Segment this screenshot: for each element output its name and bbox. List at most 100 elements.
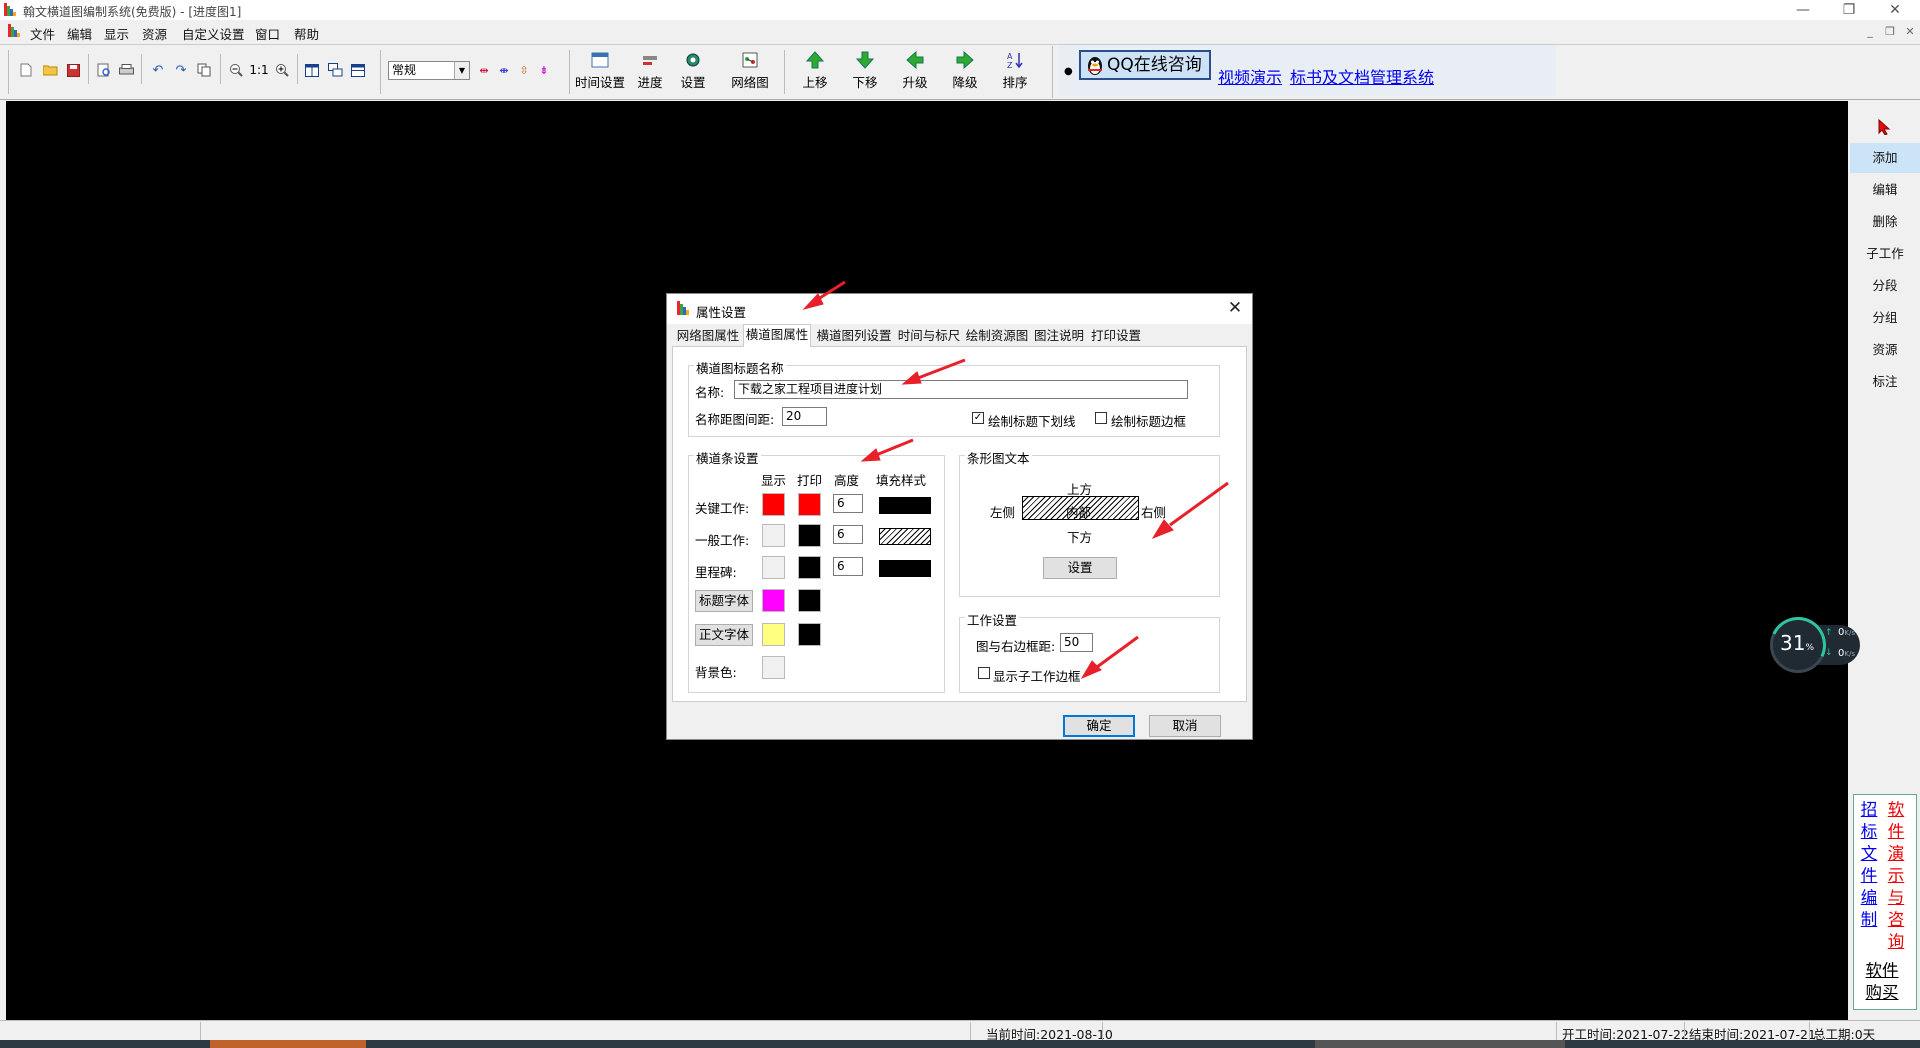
link-char: 编 xyxy=(1860,888,1878,907)
gap-input[interactable]: 20 xyxy=(782,407,827,426)
copy-icon[interactable] xyxy=(196,62,212,78)
video-demo-link[interactable]: 视频演示 xyxy=(1218,64,1282,88)
ok-button[interactable]: 确定 xyxy=(1063,715,1135,737)
layout-rows-icon[interactable] xyxy=(350,62,366,78)
time-settings-button[interactable]: 时间设置 xyxy=(573,50,627,94)
open-folder-icon[interactable] xyxy=(42,62,58,78)
body-font-show-color[interactable] xyxy=(762,623,785,646)
title-name-input[interactable]: 下载之家工程项目进度计划 xyxy=(734,380,1188,399)
tab-gantt-columns[interactable]: 横道图列设置 xyxy=(814,326,894,346)
title-font-button[interactable]: 标题字体 xyxy=(695,590,753,612)
critical-print-color[interactable] xyxy=(798,493,821,516)
menu-view[interactable]: 显示 xyxy=(104,24,129,43)
undo-icon[interactable]: ↶ xyxy=(150,62,166,78)
cascade-windows-icon[interactable] xyxy=(327,62,343,78)
tab-network-props[interactable]: 网络图属性 xyxy=(675,326,741,346)
layout-columns-icon[interactable] xyxy=(304,62,320,78)
redo-icon[interactable]: ↷ xyxy=(173,62,189,78)
critical-show-color[interactable] xyxy=(762,493,785,516)
mdi-minimize-button[interactable]: _ xyxy=(1862,25,1878,38)
tab-resource-chart[interactable]: 绘制资源图 xyxy=(964,326,1030,346)
tab-gantt-props[interactable]: 横道图属性 xyxy=(743,324,811,347)
link-char: 制 xyxy=(1860,910,1878,929)
normal-print-color[interactable] xyxy=(798,524,821,547)
add-button[interactable]: 添加 xyxy=(1850,143,1920,173)
restore-button[interactable]: ❐ xyxy=(1826,0,1872,20)
dialog-close-button[interactable]: ✕ xyxy=(1224,297,1246,319)
new-file-icon[interactable] xyxy=(18,62,34,78)
subtask-button[interactable]: 子工作 xyxy=(1850,239,1920,269)
shrink-horizontal-icon[interactable]: ⇼ xyxy=(496,62,512,78)
close-window-button[interactable]: ✕ xyxy=(1872,0,1918,20)
critical-fill-style[interactable] xyxy=(879,497,931,514)
text-bottom-label[interactable]: 下方 xyxy=(1067,527,1092,546)
menu-edit[interactable]: 编辑 xyxy=(67,24,92,43)
text-settings-button[interactable]: 设置 xyxy=(1043,557,1117,579)
zoom-in-icon[interactable] xyxy=(274,62,290,78)
title-font-show-color[interactable] xyxy=(762,589,785,612)
text-left-label[interactable]: 左侧 xyxy=(990,502,1015,521)
print-preview-icon[interactable] xyxy=(96,62,112,78)
demo-consult-link[interactable]: 软 件 演 示 与 咨 询 xyxy=(1886,799,1906,953)
save-icon[interactable] xyxy=(65,62,81,78)
promote-button[interactable]: 升级 xyxy=(897,50,933,94)
group-button[interactable]: 分组 xyxy=(1850,303,1920,333)
menu-help[interactable]: 帮助 xyxy=(294,24,319,43)
move-up-button[interactable]: 上移 xyxy=(797,50,833,94)
body-font-print-color[interactable] xyxy=(798,623,821,646)
resource-button[interactable]: 资源 xyxy=(1850,335,1920,365)
tab-print-settings[interactable]: 打印设置 xyxy=(1088,326,1144,346)
subtask-border-checkbox[interactable] xyxy=(978,667,990,679)
buy-software-link[interactable]: 软件 购买 xyxy=(1862,960,1902,1004)
calendar-icon xyxy=(591,52,609,68)
normal-height-input[interactable]: 6 xyxy=(833,525,863,544)
doc-system-link[interactable]: 标书及文档管理系统 xyxy=(1290,64,1434,88)
demote-button[interactable]: 降级 xyxy=(947,50,983,94)
actual-size-icon[interactable]: 1:1 xyxy=(249,62,269,78)
normal-fill-style[interactable] xyxy=(879,528,931,545)
cancel-button[interactable]: 取消 xyxy=(1149,715,1221,737)
text-right-label[interactable]: 右侧 xyxy=(1141,502,1166,521)
annotate-button[interactable]: 标注 xyxy=(1850,367,1920,397)
menu-window[interactable]: 窗口 xyxy=(255,24,280,43)
network-diagram-button[interactable]: 网络图 xyxy=(728,50,772,94)
settings-button[interactable]: 设置 xyxy=(675,50,711,94)
mdi-close-button[interactable]: ✕ xyxy=(1902,25,1918,38)
link-char: 演 xyxy=(1887,844,1905,863)
right-margin-input[interactable]: 50 xyxy=(1060,633,1093,652)
menu-file[interactable]: 文件 xyxy=(30,24,55,43)
milestone-fill-style[interactable] xyxy=(879,560,931,577)
title-font-print-color[interactable] xyxy=(798,589,821,612)
milestone-height-input[interactable]: 6 xyxy=(833,557,863,576)
shrink-vertical-icon[interactable]: ⇟ xyxy=(536,62,552,78)
expand-horizontal-icon[interactable]: ⇹ xyxy=(476,62,492,78)
text-inside-label[interactable]: 内部 xyxy=(1066,502,1091,521)
tab-time-ruler[interactable]: 时间与标尺 xyxy=(896,326,962,346)
progress-button[interactable]: 进度 xyxy=(632,50,668,94)
edit-button[interactable]: 编辑 xyxy=(1850,175,1920,205)
delete-button[interactable]: 删除 xyxy=(1850,207,1920,237)
print-icon[interactable] xyxy=(118,62,134,78)
expand-vertical-icon[interactable]: ⇳ xyxy=(516,62,532,78)
move-down-button[interactable]: 下移 xyxy=(847,50,883,94)
normal-show-color[interactable] xyxy=(762,524,785,547)
zoom-out-icon[interactable] xyxy=(228,62,244,78)
background-color-swatch[interactable] xyxy=(762,656,785,679)
underline-checkbox[interactable]: ✓ xyxy=(972,412,984,424)
qq-consult-button[interactable]: QQ在线咨询 xyxy=(1079,50,1211,80)
minimize-button[interactable]: — xyxy=(1780,0,1826,20)
bid-doc-link[interactable]: 招 标 文 件 编 制 xyxy=(1859,799,1879,931)
menu-resource[interactable]: 资源 xyxy=(142,24,167,43)
tab-legend-notes[interactable]: 图注说明 xyxy=(1032,326,1086,346)
title-border-checkbox[interactable] xyxy=(1095,412,1107,424)
milestone-print-color[interactable] xyxy=(798,556,821,579)
zoom-select[interactable]: 常规 ▼ xyxy=(388,61,470,80)
pointer-icon[interactable] xyxy=(1877,119,1891,135)
segment-button[interactable]: 分段 xyxy=(1850,271,1920,301)
milestone-show-color[interactable] xyxy=(762,556,785,579)
body-font-button[interactable]: 正文字体 xyxy=(695,624,753,646)
menu-custom-settings[interactable]: 自定义设置 xyxy=(182,24,245,43)
sort-button[interactable]: AZ 排序 xyxy=(997,50,1033,94)
critical-height-input[interactable]: 6 xyxy=(833,494,863,513)
mdi-restore-button[interactable]: ❐ xyxy=(1882,25,1898,38)
